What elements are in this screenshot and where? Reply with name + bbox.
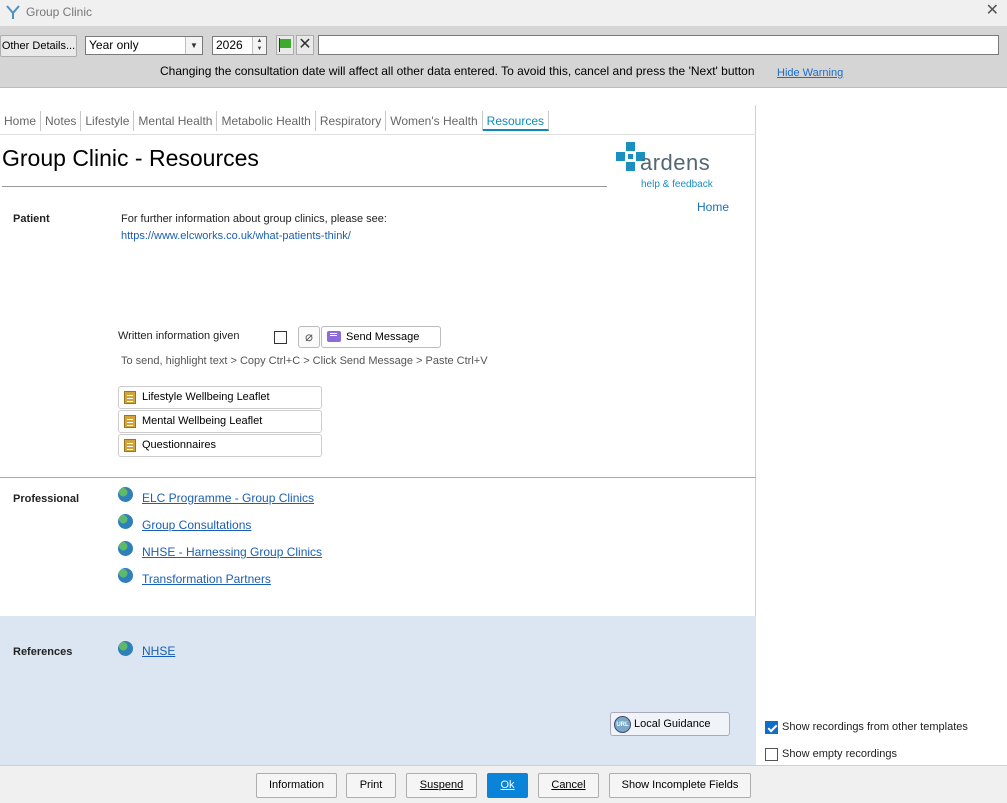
mental-leaflet-button[interactable]: Mental Wellbeing Leaflet [118,410,322,433]
brand-name: ardens [640,150,711,175]
questionnaires-button[interactable]: Questionnaires [118,434,322,457]
send-message-label: Send Message [346,331,420,343]
tab-home[interactable]: Home [0,111,42,131]
date-warning-text: Changing the consultation date will affe… [160,64,755,78]
date-precision-value: Year only [89,38,139,52]
close-icon[interactable]: ✕ [986,3,999,19]
spin-down-icon[interactable]: ▼ [253,45,266,53]
paperclip-icon[interactable]: ⌀ [298,326,320,348]
template-content: Home Notes Lifestyle Mental Health Metab… [0,105,756,765]
flag-icon [280,39,291,48]
document-icon [124,391,136,404]
globe-icon [118,641,133,656]
references-section-label: References [13,646,73,658]
section-divider [0,477,756,478]
year-spinner[interactable]: 2026 ▲ ▼ [212,36,267,55]
tab-lifestyle[interactable]: Lifestyle [81,111,135,131]
leaflet-label: Lifestyle Wellbeing Leaflet [142,391,270,403]
tabs-divider [0,134,756,135]
group-consultations-link[interactable]: Group Consultations [142,518,251,532]
cancel-button[interactable]: Cancel [538,773,599,798]
document-icon [124,415,136,428]
url-icon: URL [614,716,631,733]
spin-up-icon[interactable]: ▲ [253,37,266,45]
professional-section-label: Professional [13,493,80,505]
tab-mental-health[interactable]: Mental Health [134,111,218,131]
spinner-arrows[interactable]: ▲ ▼ [252,37,266,54]
show-other-templates-checkbox[interactable] [765,721,778,734]
home-link[interactable]: Home [697,200,729,214]
questionnaire-icon [124,439,136,452]
tab-metabolic-health[interactable]: Metabolic Health [217,111,316,131]
local-guidance-button[interactable]: URL Local Guidance [610,712,730,736]
help-feedback-link[interactable]: help & feedback [641,179,713,190]
hide-warning-link[interactable]: Hide Warning [777,67,843,79]
footer-bar: Information Print Suspend Ok Cancel Show… [0,765,1007,803]
show-empty-checkbox[interactable] [765,748,778,761]
ardens-brand[interactable]: ardens help & feedback [616,138,726,193]
flag-button[interactable] [276,35,294,55]
tab-resources[interactable]: Resources [482,111,550,131]
written-info-label: Written information given [118,330,240,342]
globe-icon [118,568,133,583]
consultation-toolbar: Other Details... Year only ▼ 2026 ▲ ▼ ✕ … [0,26,1007,88]
nhse-link[interactable]: NHSE [142,644,175,658]
tab-respiratory[interactable]: Respiratory [316,111,387,131]
title-bar: Group Clinic ✕ [0,0,1007,26]
tab-notes[interactable]: Notes [41,111,82,131]
ok-button[interactable]: Ok [487,773,528,798]
patient-info-text: For further information about group clin… [121,213,387,225]
send-hint-text: To send, highlight text > Copy Ctrl+C > … [121,355,488,367]
tab-womens-health[interactable]: Women's Health [386,111,483,131]
year-value: 2026 [216,38,243,52]
show-other-templates-label: Show recordings from other templates [782,721,968,733]
nhse-harnessing-link[interactable]: NHSE - Harnessing Group Clinics [142,545,322,559]
ardens-logo-icon [6,5,20,19]
references-section [0,616,756,765]
clear-date-icon[interactable]: ✕ [296,35,314,55]
local-guidance-label: Local Guidance [634,718,711,730]
patient-section-label: Patient [13,213,50,225]
written-info-checkbox[interactable] [274,331,287,344]
show-incomplete-fields-button[interactable]: Show Incomplete Fields [609,773,751,798]
elc-programme-link[interactable]: ELC Programme - Group Clinics [142,491,314,505]
information-button[interactable]: Information [256,773,337,798]
lifestyle-leaflet-button[interactable]: Lifestyle Wellbeing Leaflet [118,386,322,409]
chevron-down-icon[interactable]: ▼ [185,37,202,54]
globe-icon [118,514,133,529]
page-title: Group Clinic - Resources [2,145,259,171]
title-divider [2,186,607,187]
transformation-partners-link[interactable]: Transformation Partners [142,572,271,586]
leaflet-label: Questionnaires [142,439,216,451]
right-panel [757,105,1007,765]
date-text-field[interactable] [318,35,999,55]
date-precision-select[interactable]: Year only ▼ [85,36,203,55]
suspend-button[interactable]: Suspend [406,773,477,798]
globe-icon [118,541,133,556]
patient-info-url[interactable]: https://www.elcworks.co.uk/what-patients… [121,230,351,242]
message-icon [327,331,341,342]
tab-bar: Home Notes Lifestyle Mental Health Metab… [0,111,550,133]
show-empty-label: Show empty recordings [782,748,897,760]
window-title: Group Clinic [26,5,93,19]
leaflet-label: Mental Wellbeing Leaflet [142,415,263,427]
send-message-button[interactable]: Send Message [321,326,441,348]
other-details-button[interactable]: Other Details... [0,35,77,57]
globe-icon [118,487,133,502]
print-button[interactable]: Print [346,773,396,798]
